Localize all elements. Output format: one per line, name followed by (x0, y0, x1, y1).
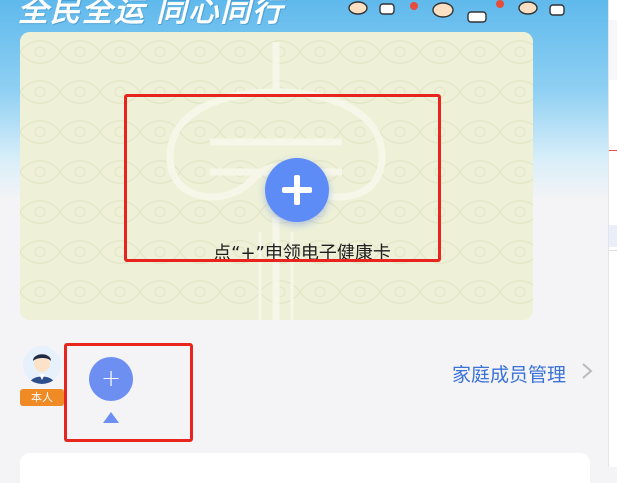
family-manage-link[interactable]: 家庭成员管理 (452, 360, 566, 387)
banner-title: 全民全运 同心同行 (18, 0, 285, 28)
chevron-right-icon[interactable] (578, 362, 596, 380)
adjacent-window-edge (608, 0, 617, 467)
user-avatar-icon (23, 346, 61, 384)
highlight-box-card (124, 94, 441, 262)
bottom-panel (20, 453, 590, 483)
self-tag-badge: 本人 (20, 389, 64, 406)
avatar[interactable] (23, 346, 61, 384)
highlight-box-add-member (64, 343, 193, 442)
runners-illustration-icon (348, 0, 565, 23)
